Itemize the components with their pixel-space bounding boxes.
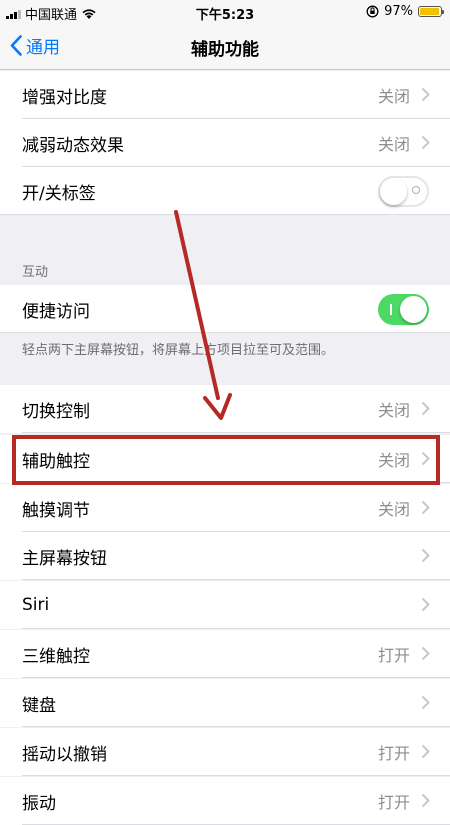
row-vibration[interactable]: 振动 打开: [0, 777, 450, 825]
chevron-right-icon: [421, 744, 430, 759]
row-value: 关闭: [377, 451, 410, 470]
back-button[interactable]: 通用: [10, 33, 60, 58]
row-label: 摇动以撤销: [22, 744, 107, 765]
row-value: 打开: [377, 744, 410, 763]
row-value: 关闭: [377, 401, 410, 420]
chevron-right-icon: [421, 401, 430, 416]
reachability-footer: 轻点两下主屏幕按钮，将屏幕上方项目拉至可及范围。: [22, 343, 335, 358]
status-bar: 中国联通 下午5:23 97%: [0, 0, 450, 24]
row-label: 键盘: [22, 695, 56, 716]
chevron-right-icon: [421, 548, 430, 563]
on-indicator-icon: [390, 304, 392, 315]
navigation-bar: 通用 辅助功能: [0, 24, 450, 70]
chevron-right-icon: [421, 793, 430, 808]
row-label: 切换控制: [22, 401, 90, 422]
row-on-off-labels: 开/关标签: [0, 167, 450, 215]
battery-percent: 97%: [384, 4, 413, 19]
row-label: 开/关标签: [22, 183, 96, 204]
row-label: 辅助触控: [22, 451, 90, 472]
back-button-label: 通用: [26, 38, 60, 58]
row-label: 振动: [22, 793, 56, 814]
row-home-button[interactable]: 主屏幕按钮: [0, 532, 450, 580]
toggle-knob: [380, 178, 407, 205]
off-indicator-icon: [412, 186, 420, 194]
row-label: 增强对比度: [22, 87, 107, 108]
row-label: Siri: [22, 595, 50, 615]
row-reachability: 便捷访问: [0, 285, 450, 333]
row-value: 关闭: [377, 135, 410, 154]
battery-icon: [418, 6, 444, 17]
row-shake-to-undo[interactable]: 摇动以撤销 打开: [0, 728, 450, 776]
row-label: 减弱动态效果: [22, 135, 124, 156]
row-increase-contrast[interactable]: 增强对比度 关闭: [0, 71, 450, 119]
chevron-right-icon: [421, 135, 430, 150]
chevron-right-icon: [421, 695, 430, 710]
row-label: 主屏幕按钮: [22, 548, 107, 569]
row-value: 关闭: [377, 87, 410, 106]
on-off-labels-toggle[interactable]: [378, 176, 429, 207]
toggle-knob: [400, 296, 427, 323]
status-right: 97%: [366, 4, 444, 19]
row-3d-touch[interactable]: 三维触控 打开: [0, 630, 450, 678]
reachability-toggle[interactable]: [378, 294, 429, 325]
row-assistive-touch[interactable]: 辅助触控 关闭: [0, 435, 450, 483]
row-value: 打开: [377, 646, 410, 665]
row-value: 关闭: [377, 500, 410, 519]
chevron-right-icon: [421, 646, 430, 661]
chevron-right-icon: [421, 87, 430, 102]
row-value: 打开: [377, 793, 410, 812]
chevron-left-icon: [10, 35, 22, 56]
row-siri[interactable]: Siri: [0, 581, 450, 629]
row-touch-accommodations[interactable]: 触摸调节 关闭: [0, 484, 450, 532]
chevron-right-icon: [421, 451, 430, 466]
row-keyboard[interactable]: 键盘: [0, 679, 450, 727]
battery-level: [420, 8, 440, 15]
row-label: 触摸调节: [22, 500, 90, 521]
row-label: 便捷访问: [22, 301, 90, 322]
orientation-lock-icon: [366, 5, 379, 18]
page-title: 辅助功能: [191, 40, 259, 60]
section-header-interaction: 互动: [22, 265, 49, 280]
row-switch-control[interactable]: 切换控制 关闭: [0, 385, 450, 433]
chevron-right-icon: [421, 597, 430, 612]
chevron-right-icon: [421, 500, 430, 515]
row-reduce-motion[interactable]: 减弱动态效果 关闭: [0, 119, 450, 167]
row-label: 三维触控: [22, 646, 90, 667]
